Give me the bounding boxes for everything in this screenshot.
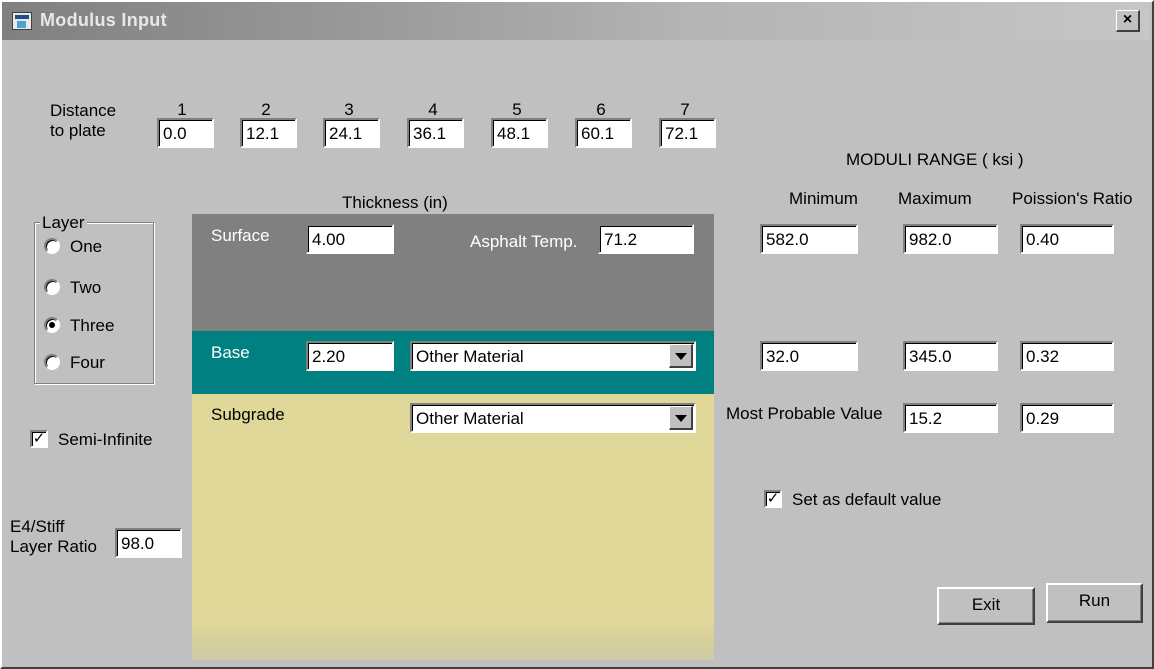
minimum-header: Minimum bbox=[789, 189, 858, 208]
distance-field-2[interactable]: 12.1 bbox=[240, 118, 297, 148]
exit-button[interactable]: Exit bbox=[937, 587, 1035, 625]
sensor-number-3: 3 bbox=[344, 100, 354, 119]
distance-field-3[interactable]: 24.1 bbox=[323, 118, 380, 148]
semi-infinite-label[interactable]: Semi-Infinite bbox=[58, 430, 152, 450]
layer-one-radio[interactable] bbox=[44, 238, 60, 254]
base-poisson-field[interactable]: 0.32 bbox=[1020, 341, 1114, 371]
run-button[interactable]: Run bbox=[1046, 583, 1143, 623]
stiff-ratio-field[interactable]: 98.0 bbox=[115, 528, 182, 558]
layer-three-radio[interactable] bbox=[44, 317, 60, 333]
chevron-down-icon[interactable] bbox=[669, 406, 693, 430]
base-max-field[interactable]: 345.0 bbox=[903, 341, 998, 371]
base-label: Base bbox=[211, 343, 250, 362]
moduli-range-title: MODULI RANGE ( ksi ) bbox=[846, 150, 1024, 169]
most-probable-field[interactable]: 15.2 bbox=[903, 403, 998, 433]
layer-two-radio[interactable] bbox=[44, 279, 60, 295]
stiff-ratio-label-line1: E4/Stiff bbox=[10, 517, 65, 536]
chevron-down-icon[interactable] bbox=[669, 344, 693, 368]
distance-label-line1: Distance bbox=[50, 101, 117, 120]
distance-label-line2: to plate bbox=[50, 121, 106, 140]
layer-three-label[interactable]: Three bbox=[70, 316, 114, 336]
maximum-header: Maximum bbox=[898, 189, 972, 208]
sensor-number-2: 2 bbox=[261, 100, 271, 119]
surface-label: Surface bbox=[211, 226, 270, 245]
asphalt-temp-field[interactable]: 71.2 bbox=[598, 224, 694, 254]
layer-one-label[interactable]: One bbox=[70, 237, 102, 257]
check-mark-icon: ✓ bbox=[32, 430, 46, 447]
layer-groupbox-title: Layer bbox=[40, 213, 87, 233]
surface-min-field[interactable]: 582.0 bbox=[760, 224, 858, 254]
window-title: Modulus Input bbox=[40, 10, 167, 30]
base-material-value: Other Material bbox=[416, 347, 524, 366]
layer-four-radio[interactable] bbox=[44, 354, 60, 370]
base-min-field[interactable]: 32.0 bbox=[760, 341, 858, 371]
layer-four-label[interactable]: Four bbox=[70, 353, 105, 373]
distance-field-1[interactable]: 0.0 bbox=[157, 118, 214, 148]
set-default-label[interactable]: Set as default value bbox=[792, 490, 941, 510]
subgrade-label: Subgrade bbox=[211, 405, 285, 424]
sensor-number-5: 5 bbox=[512, 100, 522, 119]
base-material-select[interactable]: Other Material bbox=[410, 341, 696, 371]
subgrade-material-value: Other Material bbox=[416, 409, 524, 428]
subgrade-poisson-field[interactable]: 0.29 bbox=[1020, 403, 1114, 433]
asphalt-temp-label: Asphalt Temp. bbox=[470, 232, 578, 251]
layer-two-label[interactable]: Two bbox=[70, 278, 101, 298]
distance-field-4[interactable]: 36.1 bbox=[407, 118, 464, 148]
subgrade-fade bbox=[192, 620, 714, 660]
poisson-header: Poission's Ratio bbox=[1012, 189, 1133, 208]
stiff-ratio-label-line2: Layer Ratio bbox=[10, 537, 97, 556]
semi-infinite-checkbox[interactable]: ✓ bbox=[30, 430, 48, 448]
most-probable-label: Most Probable Value bbox=[726, 404, 883, 423]
surface-poisson-field[interactable]: 0.40 bbox=[1020, 224, 1114, 254]
title-bar[interactable]: Modulus Input × bbox=[2, 2, 1150, 40]
close-button[interactable]: × bbox=[1116, 10, 1140, 32]
app-icon bbox=[12, 12, 32, 30]
distance-field-6[interactable]: 60.1 bbox=[575, 118, 632, 148]
sensor-number-7: 7 bbox=[680, 100, 690, 119]
sensor-number-6: 6 bbox=[596, 100, 606, 119]
set-default-checkbox[interactable]: ✓ bbox=[764, 490, 782, 508]
distance-field-7[interactable]: 72.1 bbox=[659, 118, 716, 148]
sensor-number-1: 1 bbox=[177, 100, 187, 119]
check-mark-icon: ✓ bbox=[766, 490, 780, 507]
thickness-header: Thickness (in) bbox=[342, 193, 448, 212]
distance-field-5[interactable]: 48.1 bbox=[491, 118, 548, 148]
base-thickness-field[interactable]: 2.20 bbox=[306, 341, 394, 371]
sensor-number-4: 4 bbox=[428, 100, 438, 119]
surface-thickness-field[interactable]: 4.00 bbox=[306, 224, 394, 254]
subgrade-material-select[interactable]: Other Material bbox=[410, 403, 696, 433]
surface-max-field[interactable]: 982.0 bbox=[903, 224, 998, 254]
